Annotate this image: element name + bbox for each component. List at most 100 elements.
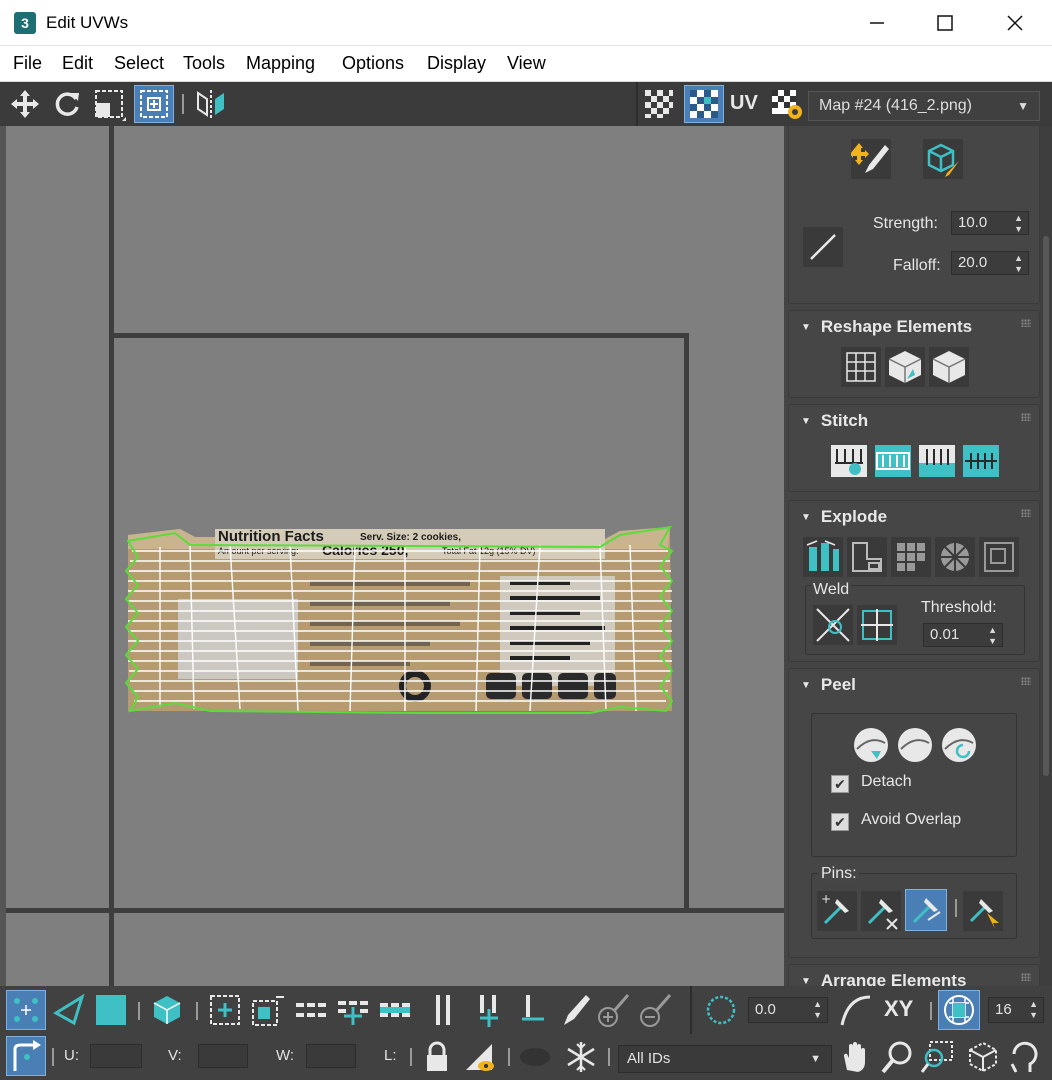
reshape-header[interactable]: ▼ Reshape Elements (801, 317, 972, 337)
explode-by-polygon-icon[interactable] (847, 537, 887, 577)
menu-mapping[interactable]: Mapping (246, 53, 315, 74)
absolute-offset-button[interactable] (6, 1036, 46, 1076)
menu-file[interactable]: File (13, 53, 42, 74)
u-field[interactable] (90, 1044, 142, 1068)
stitch-to-target-icon[interactable] (961, 441, 1001, 481)
arrange-title: Arrange Elements (820, 971, 967, 986)
loop-grow-icon[interactable] (426, 993, 460, 1027)
uv-label[interactable]: UV (730, 92, 758, 115)
drag-grip-icon[interactable] (1021, 973, 1031, 981)
pan-hand-icon[interactable] (838, 1040, 872, 1074)
auto-pin-button[interactable] (905, 889, 947, 931)
menu-tools[interactable]: Tools (183, 53, 225, 74)
maximize-button[interactable] (910, 0, 980, 46)
paint-grow-icon[interactable] (596, 993, 630, 1027)
w-field[interactable] (306, 1044, 356, 1068)
show-icon[interactable] (518, 1040, 552, 1074)
menu-select[interactable]: Select (114, 53, 164, 74)
minimize-button[interactable] (842, 0, 912, 46)
arrange-header[interactable]: ▼ Arrange Elements (801, 971, 966, 986)
relax-icon[interactable] (885, 347, 925, 387)
mirror-icon[interactable] (194, 87, 228, 121)
reset-peel-icon[interactable] (939, 725, 979, 765)
drag-grip-icon[interactable] (1021, 319, 1031, 327)
stitch-average-icon[interactable] (917, 441, 957, 481)
menu-display[interactable]: Display (427, 53, 486, 74)
lock-icon[interactable] (420, 1040, 454, 1074)
delete-pins-icon[interactable] (861, 891, 901, 931)
freeform-button[interactable] (134, 85, 174, 123)
menu-options[interactable]: Options (342, 53, 404, 74)
peel-mode-icon[interactable] (895, 725, 935, 765)
freeze-icon[interactable] (564, 1040, 598, 1074)
relax-settings-icon[interactable] (929, 347, 969, 387)
strength-spinner[interactable]: 10.0 ▲ ▼ (951, 211, 1029, 235)
loop-selection-icon[interactable] (378, 993, 412, 1027)
weld-selected-icon[interactable] (813, 605, 853, 645)
menu-view[interactable]: View (507, 53, 546, 74)
auto-pin-icon (912, 898, 941, 924)
face-mode-icon[interactable] (94, 993, 128, 1027)
loop-shrink-icon[interactable] (516, 993, 550, 1027)
checker-icon[interactable] (642, 87, 676, 121)
uv-viewport[interactable]: Nutrition Facts Serv. Size: 2 cookies, A… (0, 126, 784, 986)
help-icon[interactable] (1008, 1040, 1042, 1074)
threshold-spinner[interactable]: 0.01 ▲ ▼ (923, 623, 1003, 647)
explode-flatten-icon[interactable] (979, 537, 1019, 577)
drag-grip-icon[interactable] (1021, 509, 1031, 517)
grid-size-spinner[interactable]: 16 ▲ ▼ (988, 997, 1044, 1023)
straighten-selection-icon[interactable] (841, 347, 881, 387)
stitch-custom-icon[interactable] (829, 441, 869, 481)
falloff-spinner[interactable]: 20.0 ▲ ▼ (951, 251, 1029, 275)
xy-toggle[interactable]: XY (884, 996, 913, 1022)
hide-icon[interactable] (462, 1040, 496, 1074)
quick-peel-icon[interactable] (851, 725, 891, 765)
element-mode-icon[interactable] (150, 993, 184, 1027)
curve-icon[interactable] (838, 993, 872, 1027)
texture-settings-icon[interactable] (770, 87, 804, 121)
material-ids-dropdown[interactable]: All IDs ▼ (618, 1045, 832, 1073)
drag-grip-icon[interactable] (1021, 677, 1031, 685)
ring-selection-icon[interactable] (294, 993, 328, 1027)
zoom-icon[interactable] (880, 1040, 914, 1074)
rotate-icon[interactable] (50, 87, 84, 121)
loop-add-icon[interactable] (472, 993, 506, 1027)
edit-pins-icon[interactable]: + (817, 891, 857, 931)
brush-line-icon[interactable] (803, 227, 843, 267)
zoom-extents-icon[interactable] (966, 1040, 1000, 1074)
panel-scroll-thumb[interactable] (1043, 236, 1049, 776)
move-icon[interactable] (8, 87, 42, 121)
select-pins-icon[interactable] (963, 891, 1003, 931)
grow-selection-icon[interactable] (208, 993, 242, 1027)
weld-target-icon[interactable] (857, 605, 897, 645)
uv-texture-wrapper[interactable]: Nutrition Facts Serv. Size: 2 cookies, A… (120, 521, 680, 721)
edge-mode-icon[interactable] (52, 993, 86, 1027)
peel-header[interactable]: ▼ Peel (801, 675, 856, 695)
paint-move-icon[interactable] (851, 139, 891, 179)
explode-header[interactable]: ▼ Explode (801, 507, 887, 527)
explode-by-smoothing-icon[interactable] (803, 537, 843, 577)
avoid-overlap-checkbox[interactable]: ✔ (831, 813, 849, 831)
paint-relax-icon[interactable] (923, 139, 963, 179)
drag-grip-icon[interactable] (1021, 413, 1031, 421)
rotate-angle-spinner[interactable]: 0.0 ▲ ▼ (748, 997, 828, 1023)
stitch-header[interactable]: ▼ Stitch (801, 411, 868, 431)
explode-sphere-icon[interactable] (935, 537, 975, 577)
scale-icon[interactable] (92, 87, 126, 121)
rotate-angle-icon[interactable] (704, 993, 738, 1027)
explode-grid-icon[interactable] (891, 537, 931, 577)
vertex-mode-button[interactable] (6, 990, 46, 1030)
detach-checkbox[interactable]: ✔ (831, 775, 849, 793)
menu-edit[interactable]: Edit (62, 53, 93, 74)
stitch-to-source-icon[interactable] (873, 441, 913, 481)
v-field[interactable] (198, 1044, 248, 1068)
grid-snap-button[interactable] (938, 990, 980, 1030)
zoom-region-icon[interactable] (920, 1040, 954, 1074)
map-dropdown[interactable]: Map #24 (416_2.png) ▼ (808, 91, 1040, 121)
paint-select-icon[interactable] (556, 993, 590, 1027)
shrink-selection-icon[interactable] (250, 993, 284, 1027)
paint-shrink-icon[interactable] (638, 993, 672, 1027)
close-button[interactable] (980, 0, 1050, 46)
grow-ring-icon[interactable] (336, 993, 370, 1027)
show-map-button[interactable] (684, 85, 724, 123)
